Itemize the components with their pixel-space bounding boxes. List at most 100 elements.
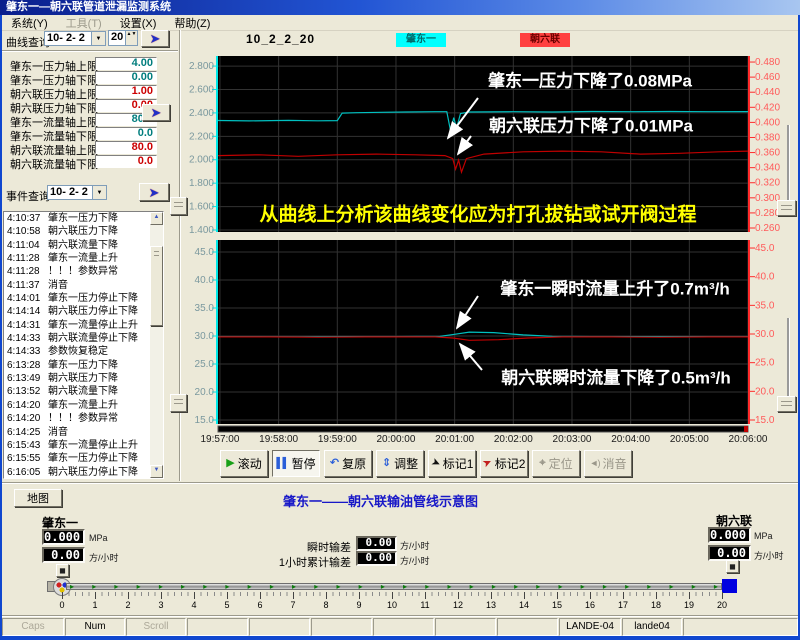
event-list-item[interactable]: 4:11:37 消音 <box>4 279 150 292</box>
pipeline-ruler <box>62 592 724 599</box>
event-list-item[interactable]: 4:11:28 ！！！参数异常 <box>4 265 150 278</box>
ruler-label: 15 <box>552 600 562 610</box>
right-slider-thumb-top[interactable] <box>777 200 796 216</box>
flow-arrow-icon: ▸ <box>647 583 651 591</box>
curve-hour-spinner[interactable]: 20 ▲▼ <box>108 30 138 46</box>
toolbar-button-label: 标记1 <box>443 455 474 472</box>
chevron-down-icon[interactable]: ▼ <box>92 186 106 199</box>
toolbar-button[interactable]: 滚动 <box>220 450 268 477</box>
menu-item[interactable]: 系统(Y) <box>2 15 57 31</box>
event-list-item[interactable]: 4:10:58 朝六联压力下降 <box>4 225 150 238</box>
left-axis-tick-label: 1.800 <box>189 178 214 189</box>
cursor-black-icon <box>431 458 440 469</box>
x-axis-tick-label: 20:01:00 <box>435 434 474 445</box>
curve-date-combo[interactable]: 10- 2- 2 ▼ <box>44 31 106 46</box>
chevron-down-icon[interactable]: ▼ <box>91 32 105 45</box>
toolbar-button[interactable]: 标记1 <box>428 450 476 477</box>
event-list-item[interactable]: 4:11:28 肇东一流量上升 <box>4 252 150 265</box>
station-left-pressure-unit: MPa <box>89 533 108 543</box>
event-time: 4:11:28 <box>4 265 48 278</box>
instant-diff-value: 0.00 <box>356 536 397 551</box>
menu-item[interactable]: 工具(T) <box>57 15 111 31</box>
axis-limit-field[interactable]: 0.00 <box>95 71 157 84</box>
left-axis-tick-label: 1.400 <box>189 225 214 236</box>
statusbar-cell <box>249 618 310 636</box>
event-list-item[interactable]: 6:15:43 肇东一流量停止上升 <box>4 439 150 452</box>
pump-icon[interactable]: ◼ <box>56 564 69 577</box>
menu-item[interactable]: 设置(X) <box>111 15 166 31</box>
axis-limit-field[interactable]: 1.00 <box>95 85 157 98</box>
flow-arrow-icon: ▸ <box>381 583 385 591</box>
event-list-item[interactable]: 4:14:01 肇东一压力停止下降 <box>4 292 150 305</box>
menu-item[interactable]: 帮助(Z) <box>165 15 219 31</box>
event-text: 肇东一流量上升 <box>48 399 118 412</box>
pause-icon <box>276 458 288 469</box>
axis-limits-apply-button[interactable]: ➤ <box>142 104 170 121</box>
flow-arrow-icon: ▸ <box>714 583 718 591</box>
event-list-item[interactable]: 6:13:28 肇东一压力下降 <box>4 359 150 372</box>
ruler-label: 4 <box>191 600 196 610</box>
event-list-item[interactable]: 4:14:14 朝六联压力停止下降 <box>4 305 150 318</box>
toolbar-button[interactable]: 标记2 <box>480 450 528 477</box>
event-list-item[interactable]: 6:14:20 肇东一流量上升 <box>4 399 150 412</box>
toolbar-button[interactable]: 暂停 <box>272 450 320 477</box>
event-date-combo[interactable]: 10- 2- 2 ▼ <box>47 185 107 200</box>
right-axis-tick-label: 0.340 <box>755 163 780 174</box>
left-axis-slider-bottom[interactable] <box>170 394 187 412</box>
toolbar-button[interactable]: 定位 <box>532 450 580 477</box>
event-list[interactable]: 4:10:37 肇东一压力下降 4:10:58 朝六联压力下降 4:11:04 … <box>3 211 164 479</box>
x-axis-tick-label: 20:00:00 <box>377 434 416 445</box>
axis-limit-field[interactable]: 80.0 <box>95 141 157 154</box>
event-list-item[interactable]: 4:11:04 朝六联流量下降 <box>4 239 150 252</box>
right-axis-tick-label: 45.0 <box>755 243 775 254</box>
pipeline-ruler-labels: 01234567891011121314151617181920 <box>62 600 742 611</box>
ruler-label: 7 <box>290 600 295 610</box>
spinner-arrows-icon[interactable]: ▲▼ <box>125 31 137 45</box>
event-list-item[interactable]: 6:16:05 朝六联压力停止下降 <box>4 466 150 479</box>
pump-icon[interactable]: ◼ <box>726 560 739 573</box>
event-list-scrollbar[interactable]: ▲ ▼ <box>150 212 163 478</box>
scroll-up-icon[interactable]: ▲ <box>150 212 163 225</box>
chart-position-scrollbar[interactable] <box>218 426 748 432</box>
event-list-item[interactable]: 4:14:33 参数恢复稳定 <box>4 345 150 358</box>
map-button[interactable]: 地图 <box>14 489 62 507</box>
toolbar-button[interactable]: 调整 <box>376 450 424 477</box>
app-window: { "window": {"title": "肇东一—朝六联管道泄漏监测系统"}… <box>0 0 800 640</box>
axis-limit-row: 朝六联流量轴下限 0.0 <box>2 155 178 169</box>
event-query-go-button[interactable]: ➤ <box>139 183 169 201</box>
event-list-item[interactable]: 6:15:55 肇东一压力停止下降 <box>4 452 150 465</box>
event-list-item[interactable]: 6:13:49 朝六联压力下降 <box>4 372 150 385</box>
right-slider-thumb-bottom[interactable] <box>777 396 796 412</box>
left-axis-tick-label: 2.000 <box>189 155 214 166</box>
event-list-item[interactable]: 6:14:25 消音 <box>4 426 150 439</box>
event-list-item[interactable]: 4:14:33 朝六联流量停止下降 <box>4 332 150 345</box>
destination-station-icon[interactable] <box>722 579 737 593</box>
x-axis-tick-label: 20:04:00 <box>611 434 650 445</box>
axis-limit-row: 肇东一压力轴上限 4.00 <box>2 57 178 71</box>
toolbar-button[interactable]: 复原 <box>324 450 372 477</box>
right-slider-track-bottom[interactable] <box>787 318 789 396</box>
axis-limit-field[interactable]: 0.0 <box>95 155 157 168</box>
scrollbar-thumb[interactable] <box>150 246 163 326</box>
event-list-item[interactable]: 6:13:52 朝六联流量下降 <box>4 385 150 398</box>
toolbar-button-label: 定位 <box>549 455 573 472</box>
curve-query-go-button[interactable]: ➤ <box>141 30 169 47</box>
event-list-item[interactable]: 4:14:31 肇东一流量停止上升 <box>4 319 150 332</box>
axis-limit-field[interactable]: 4.00 <box>95 57 157 70</box>
axis-limit-field[interactable]: 0.0 <box>95 127 157 140</box>
event-list-item[interactable]: 6:14:20 ！！！参数异常 <box>4 412 150 425</box>
undo-icon <box>330 458 339 469</box>
event-text: 肇东一压力下降 <box>48 359 118 372</box>
flow-arrow-icon: ▸ <box>181 583 185 591</box>
flow-arrow-icon: ▸ <box>225 583 229 591</box>
pipeline-flow-arrows: ▸▸▸▸▸▸▸▸▸▸▸▸▸▸▸▸▸▸▸▸▸▸▸▸▸▸▸▸▸▸ <box>70 582 718 591</box>
axis-limit-row: 朝六联流量轴上限 80.0 <box>2 141 178 155</box>
ruler-label: 20 <box>717 600 727 610</box>
right-axis-tick-label: 35.0 <box>755 300 775 311</box>
scroll-down-icon[interactable]: ▼ <box>150 465 163 478</box>
left-axis-slider-top[interactable] <box>170 197 187 215</box>
axis-limit-row: 肇东一流量轴下限 0.0 <box>2 127 178 141</box>
event-list-item[interactable]: 4:10:37 肇东一压力下降 <box>4 212 150 225</box>
toolbar-button[interactable]: 消音 <box>584 450 632 477</box>
mute-icon <box>590 458 600 469</box>
